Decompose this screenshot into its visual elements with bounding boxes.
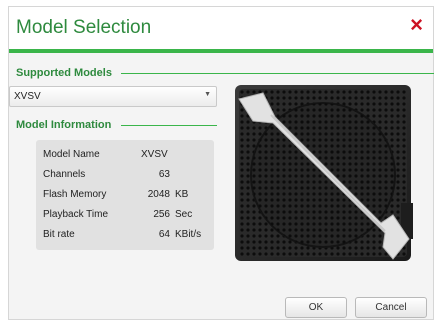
chevron-down-icon: ▼: [204, 91, 211, 98]
title-bar: Model Selection ×: [9, 7, 433, 49]
model-information-panel: Model Name XVSV Channels 63 Flash Memory…: [36, 140, 214, 250]
model-information-divider: [121, 125, 217, 126]
info-value: XVSV: [141, 149, 168, 160]
model-select-value: XVSV: [14, 91, 41, 102]
supported-models-heading: Supported Models: [16, 67, 116, 79]
info-unit: KB: [175, 189, 189, 200]
info-label: Bit rate: [43, 229, 75, 240]
title-underline: [9, 49, 433, 53]
speaker-module-image: [235, 85, 413, 261]
info-value: 63: [158, 169, 170, 180]
info-label: Flash Memory: [43, 189, 107, 200]
info-row-bit-rate: Bit rate 64 KBit/s: [36, 225, 214, 245]
cancel-button[interactable]: Cancel: [355, 297, 427, 318]
model-information-heading: Model Information: [16, 119, 116, 131]
ok-button[interactable]: OK: [285, 297, 347, 318]
supported-models-divider: [121, 73, 434, 74]
info-unit: Sec: [175, 209, 193, 220]
info-unit: KBit/s: [175, 229, 202, 240]
info-row-channels: Channels 63: [36, 165, 214, 185]
info-label: Channels: [43, 169, 86, 180]
info-value: 64: [158, 229, 170, 240]
info-row-flash-memory: Flash Memory 2048 KB: [36, 185, 214, 205]
model-selection-dialog: Model Selection × Supported Models XVSV …: [8, 6, 434, 320]
info-value: 256: [153, 209, 170, 220]
close-icon[interactable]: ×: [410, 13, 423, 37]
dialog-title: Model Selection: [16, 17, 152, 38]
info-row-playback-time: Playback Time 256 Sec: [36, 205, 214, 225]
model-select[interactable]: XVSV ▼: [9, 86, 217, 107]
info-label: Model Name: [43, 149, 100, 160]
info-label: Playback Time: [43, 209, 109, 220]
info-value: 2048: [147, 189, 170, 200]
info-row-model-name: Model Name XVSV: [36, 145, 214, 165]
